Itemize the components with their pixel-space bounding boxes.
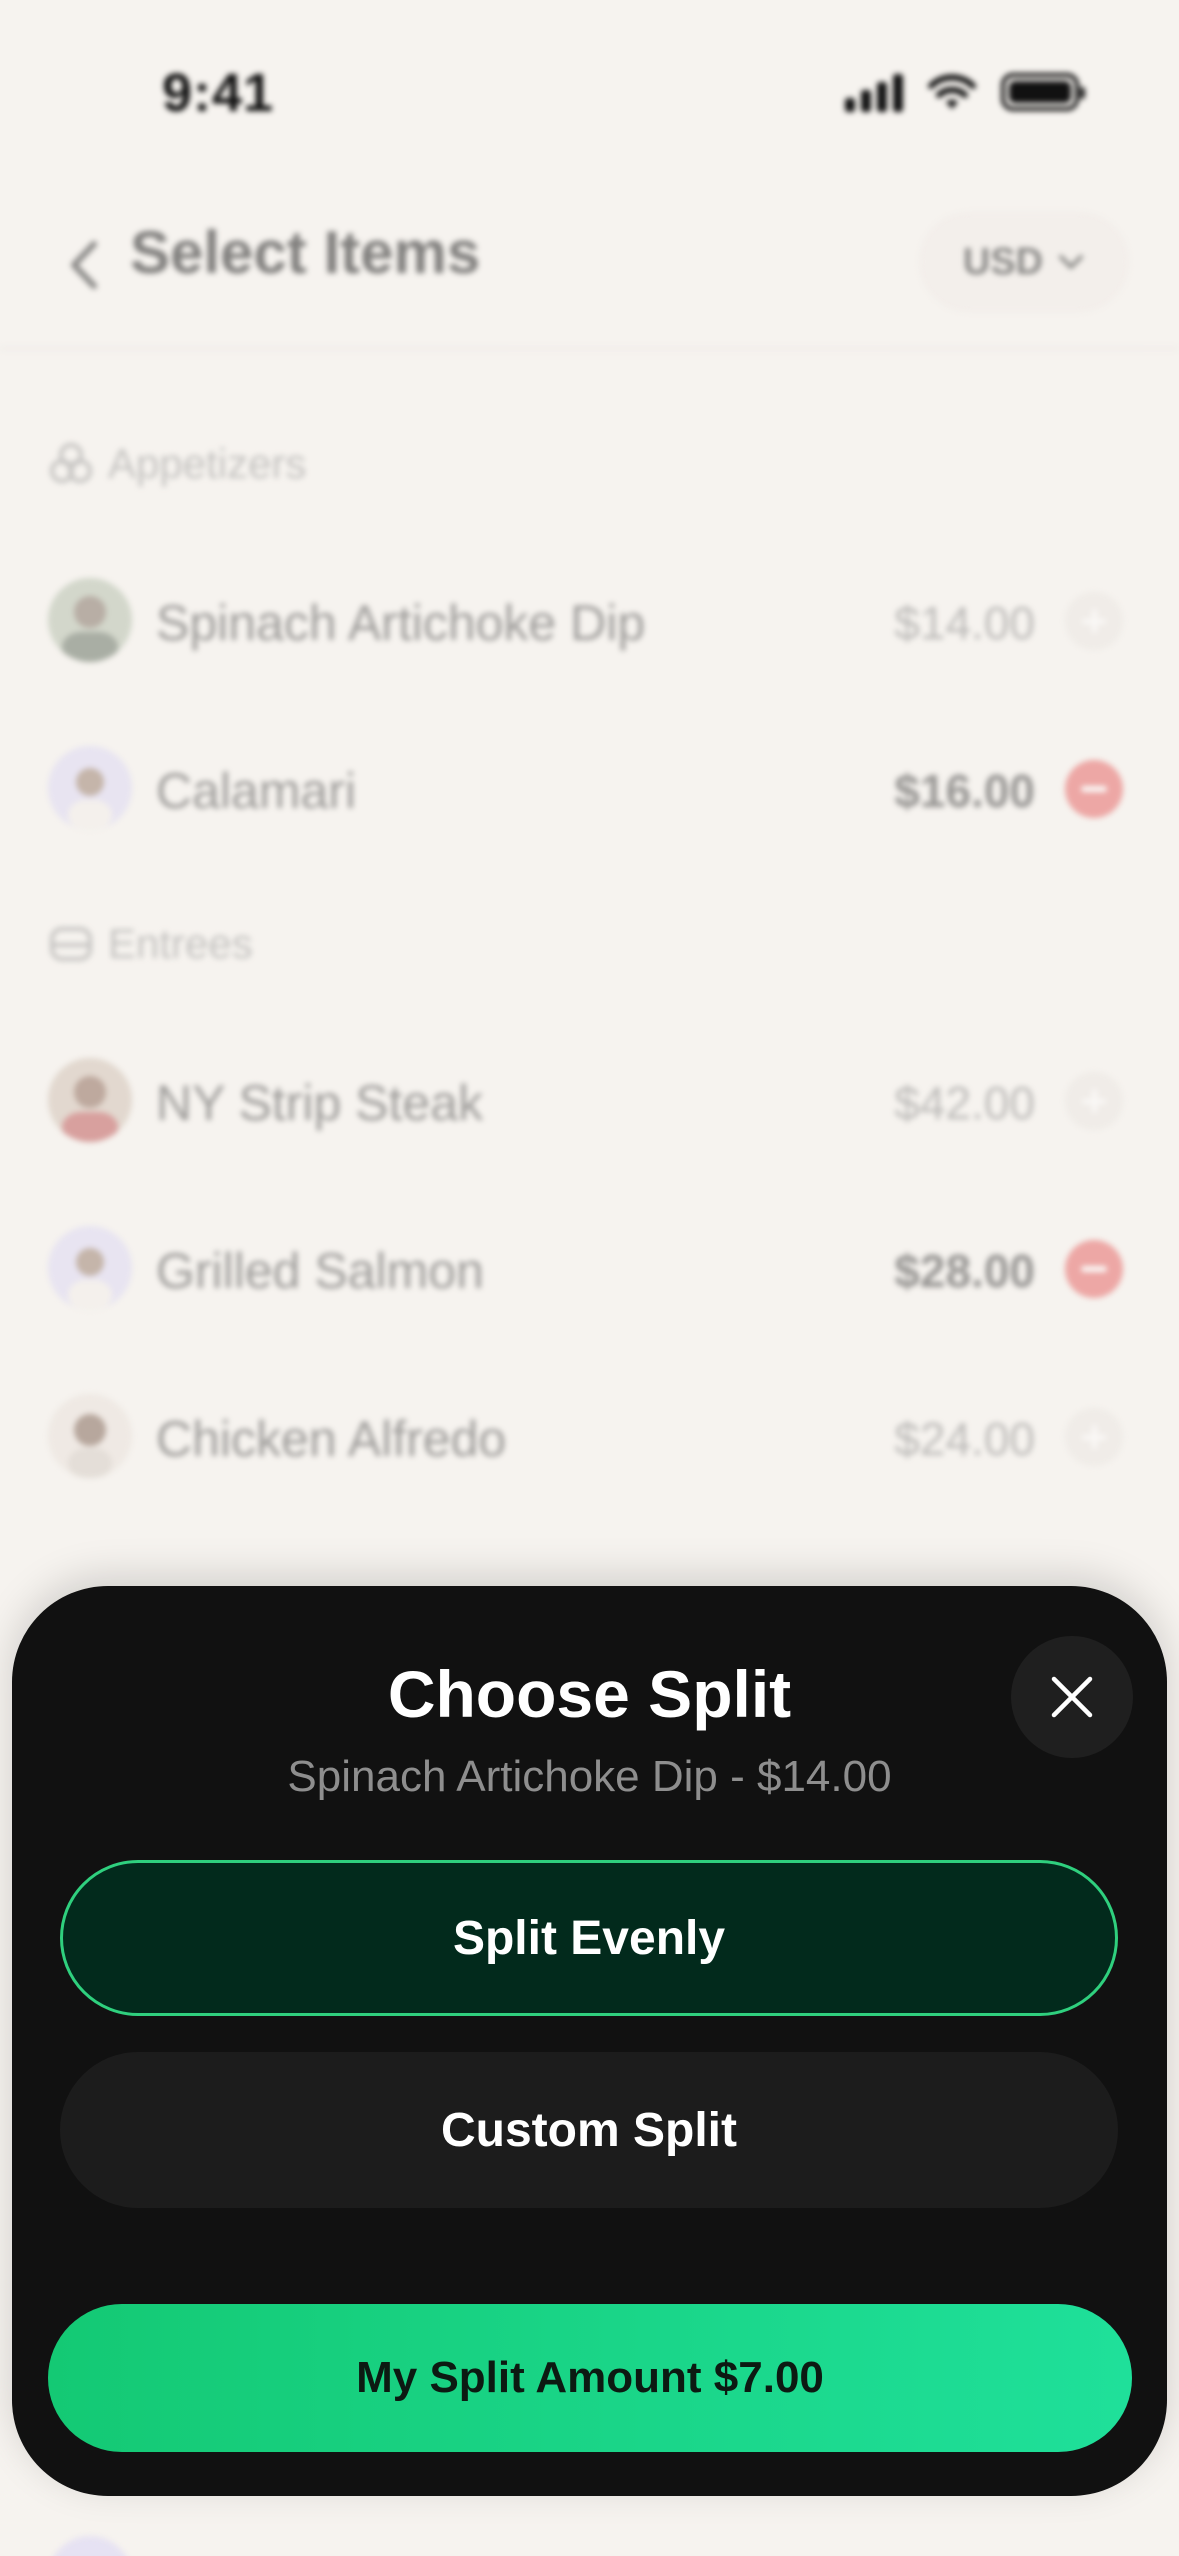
- sheet-title: Choose Split: [387, 1657, 792, 1731]
- choose-split-sheet: Choose Split Spinach Artichoke Dip - $14…: [12, 1586, 1167, 2496]
- item-name: Calamari: [156, 763, 357, 819]
- close-button[interactable]: [1011, 1636, 1133, 1758]
- currency-selector[interactable]: USD: [919, 212, 1129, 312]
- split-evenly-button[interactable]: Split Evenly: [60, 1860, 1118, 2016]
- avatar: [48, 746, 132, 830]
- remove-item-button[interactable]: [1065, 1240, 1123, 1298]
- list-item[interactable]: Spinach Artichoke Dip $14.00: [0, 560, 1179, 680]
- page-title: Select Items: [130, 219, 481, 286]
- avatar: [48, 1226, 132, 1310]
- add-item-button[interactable]: [1065, 592, 1123, 650]
- add-item-button[interactable]: [1065, 1072, 1123, 1130]
- list-item[interactable]: Calamari $16.00: [0, 728, 1179, 848]
- item-name: NY Strip Steak: [156, 1075, 484, 1131]
- page-header: Select Items USD: [0, 190, 1179, 350]
- avatar: [48, 1058, 132, 1142]
- remove-item-button[interactable]: [1065, 760, 1123, 818]
- cellular-signal-icon: [845, 72, 903, 112]
- item-price: $16.00: [894, 765, 1035, 817]
- appetizers-icon: [50, 443, 92, 483]
- item-name: Grilled Salmon: [156, 1243, 484, 1299]
- custom-split-button[interactable]: Custom Split: [60, 2052, 1118, 2208]
- add-item-button[interactable]: [1065, 1408, 1123, 1466]
- status-icons: [845, 72, 1085, 112]
- wifi-icon: [928, 74, 976, 109]
- list-item[interactable]: Chicken Alfredo $24.00: [0, 1376, 1179, 1496]
- list-item[interactable]: Grilled Salmon $28.00: [0, 1208, 1179, 1328]
- section-label-appetizers: Appetizers: [48, 440, 306, 488]
- list-item[interactable]: NY Strip Steak $42.00: [0, 1040, 1179, 1160]
- item-price: $42.00: [894, 1077, 1035, 1129]
- avatar: [48, 578, 132, 662]
- item-price: $28.00: [894, 1245, 1035, 1297]
- chevron-down-icon: [1059, 255, 1084, 269]
- entrees-icon: [50, 927, 92, 961]
- item-name: Chicken Alfredo: [156, 1411, 507, 1467]
- item-price: $14.00: [894, 597, 1035, 649]
- split-evenly-label: Split Evenly: [452, 1911, 726, 1965]
- item-price: $24.00: [894, 1413, 1035, 1465]
- battery-icon: [1001, 73, 1085, 111]
- avatar: [48, 1394, 132, 1478]
- currency-label: USD: [962, 240, 1044, 283]
- my-split-amount-label: My Split Amount $7.00: [356, 2353, 824, 2402]
- sheet-subtitle: Spinach Artichoke Dip - $14.00: [287, 1752, 892, 1801]
- item-name: Spinach Artichoke Dip: [156, 595, 646, 651]
- section-label-entrees: Entrees: [48, 920, 253, 968]
- my-split-amount-button[interactable]: My Split Amount $7.00: [48, 2304, 1132, 2452]
- status-time: 9:41: [162, 63, 275, 123]
- close-icon: [1051, 1676, 1093, 1718]
- custom-split-label: Custom Split: [441, 2103, 737, 2157]
- status-bar: 9:41: [0, 0, 1179, 190]
- back-chevron-icon[interactable]: [60, 230, 110, 300]
